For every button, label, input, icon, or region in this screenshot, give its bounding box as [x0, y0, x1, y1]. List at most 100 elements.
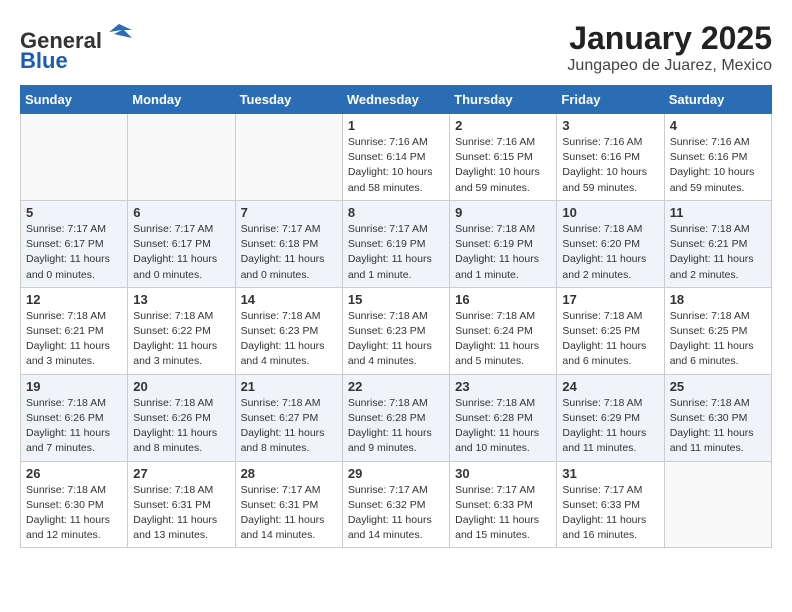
calendar-cell: 7Sunrise: 7:17 AM Sunset: 6:18 PM Daylig…	[235, 200, 342, 287]
day-number: 30	[455, 466, 551, 481]
cell-info: Sunrise: 7:17 AM Sunset: 6:31 PM Dayligh…	[241, 483, 337, 544]
calendar-cell: 6 Sunrise: 7:17 AM Sunset: 6:17 PM Daylig…	[128, 200, 235, 287]
calendar-cell: 26Sunrise: 7:18 AM Sunset: 6:30 PM Dayli…	[21, 461, 128, 548]
calendar-cell: 27Sunrise: 7:18 AM Sunset: 6:31 PM Dayli…	[128, 461, 235, 548]
weekday-header: Tuesday	[235, 86, 342, 114]
calendar-cell: 28 Sunrise: 7:17 AM Sunset: 6:31 PM Dayli…	[235, 461, 342, 548]
day-number: 25	[670, 379, 766, 394]
calendar-cell: 8 Sunrise: 7:17 AM Sunset: 6:19 PM Daylig…	[342, 200, 449, 287]
day-number: 14	[241, 292, 337, 307]
calendar-week-row: 1 Sunrise: 7:16 AM Sunset: 6:14 PM Daylig…	[21, 114, 772, 201]
day-number: 26	[26, 466, 122, 481]
calendar-cell: 15Sunrise: 7:18 AM Sunset: 6:23 PM Dayli…	[342, 287, 449, 374]
weekday-row: SundayMondayTuesdayWednesdayThursdayFrid…	[21, 86, 772, 114]
calendar-cell: 25 Sunrise: 7:18 AM Sunset: 6:30 PM Dayli…	[664, 374, 771, 461]
day-number: 24	[562, 379, 658, 394]
calendar-cell: 16 Sunrise: 7:18 AM Sunset: 6:24 PM Dayli…	[450, 287, 557, 374]
cell-info: Sunrise: 7:18 AM Sunset: 6:23 PM Dayligh…	[348, 309, 444, 370]
calendar-cell: 2Sunrise: 7:16 AM Sunset: 6:15 PM Daylig…	[450, 114, 557, 201]
logo-blue-text: Blue	[20, 48, 68, 73]
day-number: 13	[133, 292, 229, 307]
calendar-cell	[128, 114, 235, 201]
cell-info: Sunrise: 7:17 AM Sunset: 6:17 PM Dayligh…	[26, 222, 122, 283]
day-number: 6	[133, 205, 229, 220]
cell-info: Sunrise: 7:18 AM Sunset: 6:24 PM Dayligh…	[455, 309, 551, 370]
day-number: 18	[670, 292, 766, 307]
cell-info: Sunrise: 7:18 AM Sunset: 6:26 PM Dayligh…	[26, 396, 122, 457]
cell-info: Sunrise: 7:18 AM Sunset: 6:30 PM Dayligh…	[670, 396, 766, 457]
day-number: 8	[348, 205, 444, 220]
calendar-cell	[235, 114, 342, 201]
cell-info: Sunrise: 7:18 AM Sunset: 6:27 PM Dayligh…	[241, 396, 337, 457]
day-number: 16	[455, 292, 551, 307]
day-number: 21	[241, 379, 337, 394]
calendar-cell: 12Sunrise: 7:18 AM Sunset: 6:21 PM Dayli…	[21, 287, 128, 374]
day-number: 3	[562, 118, 658, 133]
day-number: 11	[670, 205, 766, 220]
day-number: 5	[26, 205, 122, 220]
logo-bird-icon	[104, 20, 134, 48]
calendar-cell: 5 Sunrise: 7:17 AM Sunset: 6:17 PM Daylig…	[21, 200, 128, 287]
calendar-week-row: 5 Sunrise: 7:17 AM Sunset: 6:17 PM Daylig…	[21, 200, 772, 287]
calendar-cell: 11 Sunrise: 7:18 AM Sunset: 6:21 PM Dayli…	[664, 200, 771, 287]
day-number: 28	[241, 466, 337, 481]
day-number: 23	[455, 379, 551, 394]
cell-info: Sunrise: 7:16 AM Sunset: 6:16 PM Dayligh…	[562, 135, 658, 196]
day-number: 1	[348, 118, 444, 133]
calendar-week-row: 12Sunrise: 7:18 AM Sunset: 6:21 PM Dayli…	[21, 287, 772, 374]
weekday-header: Saturday	[664, 86, 771, 114]
calendar-cell: 4Sunrise: 7:16 AM Sunset: 6:16 PM Daylig…	[664, 114, 771, 201]
calendar-table: SundayMondayTuesdayWednesdayThursdayFrid…	[20, 85, 772, 548]
calendar-week-row: 19 Sunrise: 7:18 AM Sunset: 6:26 PM Dayli…	[21, 374, 772, 461]
cell-info: Sunrise: 7:18 AM Sunset: 6:23 PM Dayligh…	[241, 309, 337, 370]
calendar-week-row: 26Sunrise: 7:18 AM Sunset: 6:30 PM Dayli…	[21, 461, 772, 548]
weekday-header: Friday	[557, 86, 664, 114]
calendar-cell: 31 Sunrise: 7:17 AM Sunset: 6:33 PM Dayli…	[557, 461, 664, 548]
cell-info: Sunrise: 7:16 AM Sunset: 6:14 PM Dayligh…	[348, 135, 444, 196]
cell-info: Sunrise: 7:17 AM Sunset: 6:33 PM Dayligh…	[455, 483, 551, 544]
month-title: January 2025	[567, 20, 772, 57]
day-number: 19	[26, 379, 122, 394]
cell-info: Sunrise: 7:17 AM Sunset: 6:18 PM Dayligh…	[241, 222, 337, 283]
cell-info: Sunrise: 7:17 AM Sunset: 6:17 PM Dayligh…	[133, 222, 229, 283]
day-number: 2	[455, 118, 551, 133]
calendar-cell: 17Sunrise: 7:18 AM Sunset: 6:25 PM Dayli…	[557, 287, 664, 374]
calendar-cell: 3 Sunrise: 7:16 AM Sunset: 6:16 PM Daylig…	[557, 114, 664, 201]
day-number: 10	[562, 205, 658, 220]
day-number: 4	[670, 118, 766, 133]
cell-info: Sunrise: 7:18 AM Sunset: 6:25 PM Dayligh…	[670, 309, 766, 370]
weekday-header: Monday	[128, 86, 235, 114]
day-number: 9	[455, 205, 551, 220]
cell-info: Sunrise: 7:18 AM Sunset: 6:26 PM Dayligh…	[133, 396, 229, 457]
cell-info: Sunrise: 7:17 AM Sunset: 6:33 PM Dayligh…	[562, 483, 658, 544]
page-header: General Blue January 2025 Jungapeo de Ju…	[20, 20, 772, 75]
cell-info: Sunrise: 7:18 AM Sunset: 6:31 PM Dayligh…	[133, 483, 229, 544]
day-number: 22	[348, 379, 444, 394]
calendar-cell	[21, 114, 128, 201]
calendar-cell: 24Sunrise: 7:18 AM Sunset: 6:29 PM Dayli…	[557, 374, 664, 461]
weekday-header: Wednesday	[342, 86, 449, 114]
calendar-cell: 21 Sunrise: 7:18 AM Sunset: 6:27 PM Dayli…	[235, 374, 342, 461]
weekday-header: Sunday	[21, 86, 128, 114]
calendar-cell: 1 Sunrise: 7:16 AM Sunset: 6:14 PM Daylig…	[342, 114, 449, 201]
day-number: 17	[562, 292, 658, 307]
calendar-cell: 18 Sunrise: 7:18 AM Sunset: 6:25 PM Dayli…	[664, 287, 771, 374]
calendar-cell	[664, 461, 771, 548]
calendar-cell: 14 Sunrise: 7:18 AM Sunset: 6:23 PM Dayli…	[235, 287, 342, 374]
title-block: January 2025 Jungapeo de Juarez, Mexico	[567, 20, 772, 75]
cell-info: Sunrise: 7:18 AM Sunset: 6:28 PM Dayligh…	[348, 396, 444, 457]
calendar-cell: 20 Sunrise: 7:18 AM Sunset: 6:26 PM Dayli…	[128, 374, 235, 461]
day-number: 31	[562, 466, 658, 481]
cell-info: Sunrise: 7:18 AM Sunset: 6:19 PM Dayligh…	[455, 222, 551, 283]
calendar-cell: 23Sunrise: 7:18 AM Sunset: 6:28 PM Dayli…	[450, 374, 557, 461]
cell-info: Sunrise: 7:18 AM Sunset: 6:22 PM Dayligh…	[133, 309, 229, 370]
cell-info: Sunrise: 7:17 AM Sunset: 6:19 PM Dayligh…	[348, 222, 444, 283]
day-number: 29	[348, 466, 444, 481]
cell-info: Sunrise: 7:17 AM Sunset: 6:32 PM Dayligh…	[348, 483, 444, 544]
day-number: 20	[133, 379, 229, 394]
cell-info: Sunrise: 7:18 AM Sunset: 6:21 PM Dayligh…	[670, 222, 766, 283]
weekday-header: Thursday	[450, 86, 557, 114]
logo: General Blue	[20, 20, 134, 73]
calendar-cell: 19 Sunrise: 7:18 AM Sunset: 6:26 PM Dayli…	[21, 374, 128, 461]
calendar-header: SundayMondayTuesdayWednesdayThursdayFrid…	[21, 86, 772, 114]
